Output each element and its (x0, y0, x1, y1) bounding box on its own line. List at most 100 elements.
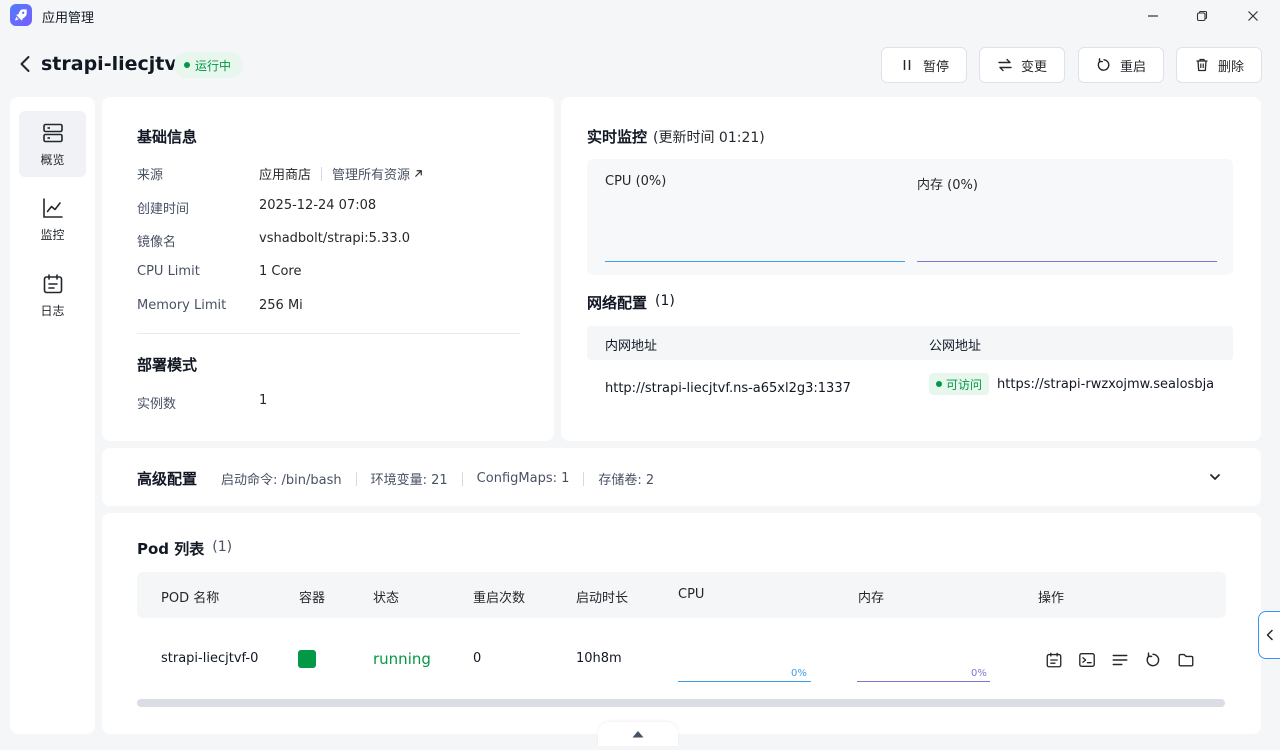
container-status-square[interactable] (298, 650, 316, 668)
advanced-config-summary: 启动命令: /bin/bash 环境变量: 21 ConfigMaps: 1 存… (221, 469, 654, 488)
chart-line-icon (42, 197, 63, 218)
pod-list-title: Pod 列表 (137, 540, 205, 558)
pause-button[interactable]: 暂停 (881, 47, 967, 83)
cpu-monitor-name: CPU (605, 174, 632, 189)
network-count: (1) (655, 293, 675, 309)
trash-icon (1196, 58, 1208, 72)
side-nav: 概览 监控 日志 (10, 97, 95, 734)
restore-icon[interactable] (1187, 4, 1217, 28)
pod-list-card: Pod 列表 (1) POD 名称 容器 状态 重启次数 启动时长 CPU 内存… (102, 513, 1261, 734)
accessible-badge: 可访问 (929, 373, 990, 395)
pod-status: running (373, 650, 431, 668)
source-value-row: 应用商店 管理所有资源 (259, 164, 424, 183)
cpu-limit-value: 1 Core (259, 264, 302, 279)
memory-monitor-name: 内存 (917, 178, 944, 193)
instances-value: 1 (259, 393, 268, 408)
pod-memory-line (857, 681, 990, 682)
image-label: 镜像名 (137, 235, 177, 250)
env-vars: 环境变量: 21 (370, 473, 448, 488)
pod-terminal-icon[interactable] (1077, 650, 1097, 670)
chevron-down-icon[interactable] (1208, 470, 1222, 488)
app-header: strapi-liecjtvf 运行中 暂停 变更 重启 删除 (0, 40, 1280, 90)
monitor-title: 实时监控 (587, 128, 648, 146)
source-label: 来源 (137, 168, 164, 183)
pod-uptime: 10h8m (576, 651, 622, 666)
start-command: 启动命令: /bin/bash (221, 473, 342, 488)
col-cpu: CPU (678, 587, 705, 602)
divider (461, 471, 463, 486)
cpu-monitor-label: CPU (0%) (605, 174, 666, 189)
cpu-monitor-pct: (0%) (635, 174, 667, 189)
network-table-header: 内网地址 公网地址 (587, 326, 1233, 360)
restart-label: 重启 (1119, 59, 1146, 75)
monitor-network-card: 实时监控 (更新时间 01:21) CPU (0%) 内存 (0%) 网络配置 … (561, 97, 1261, 441)
rocket-icon (10, 4, 32, 26)
memory-monitor-pct: (0%) (947, 178, 978, 193)
pod-cpu-pct: 0% (791, 668, 807, 679)
col-public-address: 公网地址 (929, 339, 982, 354)
network-title: 网络配置 (587, 294, 648, 312)
section-divider (137, 333, 520, 334)
delete-label: 删除 (1217, 59, 1244, 75)
col-restarts: 重启次数 (473, 591, 526, 606)
title-bar: 应用管理 (0, 0, 1280, 34)
status-text: 运行中 (195, 58, 232, 73)
pod-details-icon[interactable] (1110, 650, 1130, 670)
col-pod-name: POD 名称 (161, 591, 220, 606)
back-arrow-icon[interactable] (14, 52, 36, 76)
nav-item-overview[interactable]: 概览 (19, 111, 86, 177)
created-label: 创建时间 (137, 202, 190, 217)
nav-label-monitor: 监控 (40, 227, 65, 242)
window-title: 应用管理 (42, 11, 95, 26)
source-value: 应用商店 (259, 168, 312, 183)
deploy-mode-title: 部署模式 (137, 356, 198, 374)
app-name-title: strapi-liecjtvf (41, 53, 186, 75)
caret-up-icon[interactable] (598, 722, 678, 746)
status-badge: 运行中 (174, 52, 244, 78)
network-title-row: 网络配置 (1) (587, 292, 675, 313)
memory-monitor-line (917, 261, 1217, 262)
col-memory: 内存 (858, 591, 885, 606)
divider (321, 166, 323, 181)
pod-memory-pct: 0% (971, 668, 987, 679)
internal-address-value[interactable]: http://strapi-liecjtvf.ns-a65xl2g3:1337 (605, 381, 851, 396)
pod-folder-icon[interactable] (1176, 650, 1196, 670)
volumes: 存储卷: 2 (598, 473, 655, 488)
change-button[interactable]: 变更 (979, 47, 1065, 83)
accessible-dot-icon (936, 381, 942, 387)
advanced-config-bar[interactable]: 高级配置 启动命令: /bin/bash 环境变量: 21 ConfigMaps… (102, 448, 1261, 506)
delete-button[interactable]: 删除 (1176, 47, 1262, 83)
change-label: 变更 (1020, 59, 1047, 75)
memory-limit-label: Memory Limit (137, 298, 227, 313)
col-actions: 操作 (1038, 591, 1065, 606)
pod-name: strapi-liecjtvf-0 (161, 651, 259, 666)
configmaps: ConfigMaps: 1 (476, 471, 570, 486)
restart-button[interactable]: 重启 (1078, 47, 1164, 83)
nav-label-logs: 日志 (40, 303, 65, 318)
basic-info-card: 基础信息 来源 应用商店 管理所有资源 创建时间 2025-12-24 07:0… (102, 97, 554, 441)
restart-icon (1097, 58, 1110, 71)
cpu-limit-label: CPU Limit (137, 264, 200, 279)
instances-label: 实例数 (137, 397, 177, 412)
advanced-config-title: 高级配置 (137, 470, 198, 488)
nav-item-logs[interactable]: 日志 (19, 262, 86, 328)
manage-resources-link[interactable]: 管理所有资源 (332, 164, 424, 183)
monitor-charts: CPU (0%) 内存 (0%) (587, 159, 1233, 275)
pod-restart-icon[interactable] (1143, 650, 1163, 670)
close-icon[interactable] (1238, 4, 1268, 28)
nav-label-overview: 概览 (40, 152, 65, 167)
pause-icon (903, 60, 911, 70)
pause-label: 暂停 (922, 59, 949, 75)
minimize-icon[interactable] (1138, 4, 1168, 28)
chevron-left-icon[interactable] (1258, 611, 1280, 659)
server-icon (42, 123, 63, 142)
nav-item-monitor[interactable]: 监控 (19, 186, 86, 252)
created-value: 2025-12-24 07:08 (259, 198, 377, 213)
swap-arrows-icon (998, 58, 1012, 72)
public-address-link[interactable]: https://strapi-rwzxojmw.sealosbja.si (997, 377, 1215, 392)
memory-monitor-label: 内存 (0%) (917, 174, 978, 193)
horizontal-scrollbar[interactable] (137, 699, 1225, 707)
basic-info-title: 基础信息 (137, 128, 198, 146)
pod-log-icon[interactable] (1044, 650, 1064, 670)
pod-list-title-row: Pod 列表 (1) (137, 538, 232, 559)
